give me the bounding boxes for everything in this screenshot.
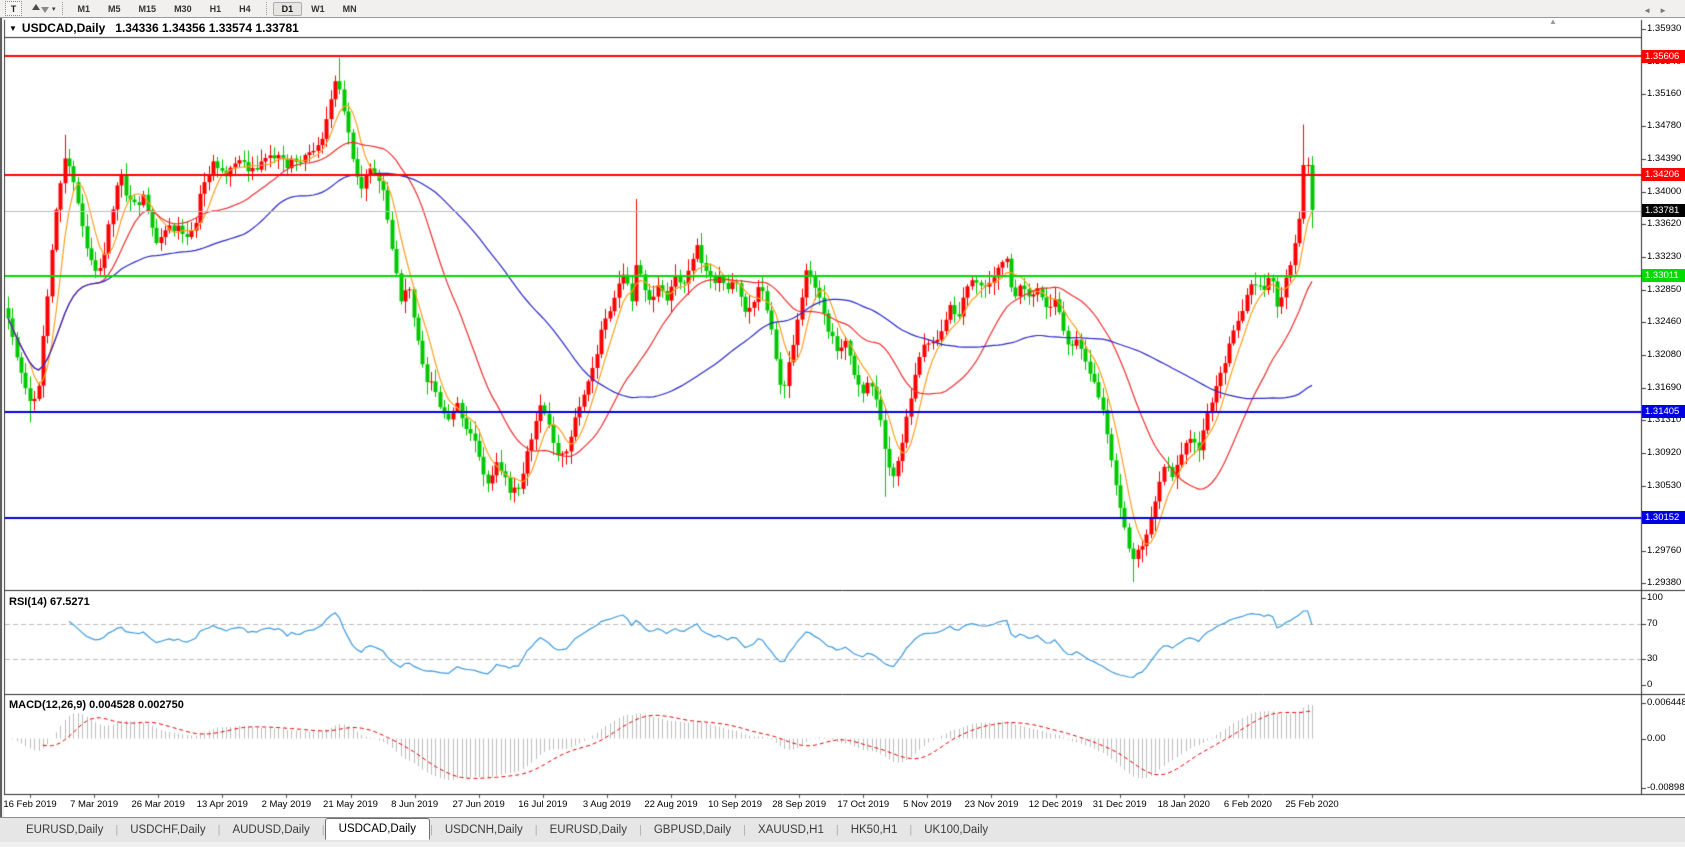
rsi-axis-tick: 100 (1647, 591, 1663, 603)
date-axis-label: 27 Jun 2019 (452, 799, 505, 810)
date-axis-label: 13 Apr 2019 (196, 799, 248, 810)
symbol-tab-audusd-daily[interactable]: AUDUSD,Daily (220, 820, 321, 840)
timeframe-button-mn[interactable]: MN (334, 2, 366, 16)
price-axis-tick: 1.32080 (1647, 348, 1682, 360)
mt4-terminal: { "toolbar": { "text_tool_label": "T", "… (0, 0, 1685, 847)
date-axis-label: 10 Sep 2019 (708, 799, 763, 810)
price-axis-tick: 1.34780 (1647, 120, 1682, 132)
timeframe-button-m5[interactable]: M5 (99, 2, 130, 16)
toolbar-separator (265, 1, 267, 15)
date-axis-label: 22 Aug 2019 (644, 799, 698, 810)
level-price-tag[interactable]: 1.30152 (1642, 511, 1685, 525)
tab-scroll-left-icon[interactable]: ◄ (1643, 6, 1659, 15)
chart-collapse-icon[interactable]: ▼ (9, 24, 17, 33)
level-price-tag[interactable]: 1.35606 (1642, 49, 1685, 63)
rsi-axis-tick: 0 (1647, 679, 1653, 691)
chart-symbol-label: USDCAD,Daily (21, 21, 106, 35)
date-axis-label: 25 Feb 2020 (1285, 799, 1339, 810)
price-axis-tick: 1.29380 (1647, 576, 1682, 588)
current-price-tag[interactable]: 1.33781 (1642, 204, 1685, 218)
tab-bar-bottom-strip (0, 842, 1685, 847)
symbol-tab-usdcnh-daily[interactable]: USDCNH,Daily (433, 820, 535, 840)
symbol-tab-uk100-daily[interactable]: UK100,Daily (912, 820, 1000, 840)
chart-shift-marker-icon: ▲ (1549, 17, 1557, 26)
arrange-arrows-button[interactable] (31, 2, 49, 15)
date-axis-label: 8 Jun 2019 (391, 799, 439, 810)
price-axis-tick: 1.32460 (1647, 316, 1682, 328)
rsi-axis-tick: 30 (1647, 653, 1658, 664)
timeframe-button-m15[interactable]: M15 (130, 2, 166, 16)
date-axis-label: 6 Feb 2020 (1223, 799, 1272, 810)
window-frame-left-light (2, 17, 4, 847)
date-axis-label: 21 May 2019 (323, 799, 378, 810)
price-axis-tick: 1.30530 (1647, 479, 1682, 491)
symbol-tab-hk50-h1[interactable]: HK50,H1 (839, 820, 910, 840)
timeframe-button-h4[interactable]: H4 (230, 2, 260, 16)
timeframe-button-m30[interactable]: M30 (165, 2, 201, 16)
chart-canvas[interactable] (0, 0, 1685, 847)
date-axis-label: 16 Jul 2019 (518, 799, 568, 810)
date-axis-label: 17 Oct 2019 (837, 799, 890, 810)
price-axis-tick: 1.34390 (1647, 153, 1682, 165)
date-axis-label: 3 Aug 2019 (582, 799, 631, 810)
date-axis-label: 18 Jan 2020 (1157, 799, 1210, 810)
date-axis-label: 31 Dec 2019 (1092, 799, 1147, 810)
arrow-down-icon (40, 7, 49, 13)
level-price-tag[interactable]: 1.33011 (1642, 269, 1685, 283)
date-axis-label: 23 Nov 2019 (964, 799, 1019, 810)
macd-axis-tick: -0.008982 (1647, 781, 1685, 793)
timeframe-button-w1[interactable]: W1 (302, 2, 334, 16)
chart-title: ▼ USDCAD,Daily 1.34336 1.34356 1.33574 1.3… (9, 21, 299, 35)
timeframe-button-m1[interactable]: M1 (69, 2, 100, 16)
date-axis-label: 12 Dec 2019 (1028, 799, 1083, 810)
level-price-tag[interactable]: 1.31405 (1642, 405, 1685, 419)
text-tool-icon: T (10, 3, 17, 14)
date-axis-label: 7 Mar 2019 (70, 799, 119, 810)
price-axis-tick: 1.32850 (1647, 283, 1682, 295)
macd-axis-tick: 0.006448 (1647, 697, 1685, 708)
toolbar-separator (61, 2, 63, 15)
rsi-axis-tick: 70 (1647, 618, 1658, 629)
chart-ohlc-values: 1.34336 1.34356 1.33574 1.33781 (115, 21, 299, 35)
price-axis-tick: 1.30920 (1647, 446, 1682, 458)
symbol-tab-gbpusd-daily[interactable]: GBPUSD,Daily (642, 820, 743, 840)
rsi-indicator-label: RSI(14) 67.5271 (9, 596, 90, 608)
price-axis-tick: 1.29760 (1647, 544, 1682, 556)
price-axis-tick: 1.33620 (1647, 218, 1682, 230)
date-axis-label: 16 Feb 2019 (3, 799, 57, 810)
date-axis-label: 26 Mar 2019 (131, 799, 185, 810)
price-axis-tick: 1.35930 (1647, 23, 1682, 34)
timeframe-button-d1[interactable]: D1 (272, 1, 303, 16)
chevron-down-icon[interactable]: ▾ (52, 5, 56, 13)
timeframe-group: M1 M5 M15 M30 H1 H4 D1 W1 MN (69, 1, 366, 16)
price-axis-tick: 1.33230 (1647, 251, 1682, 263)
arrow-up-icon (31, 4, 40, 10)
symbol-tab-eurusd-daily[interactable]: EURUSD,Daily (14, 820, 115, 840)
symbol-tab-usdchf-daily[interactable]: USDCHF,Daily (118, 820, 217, 840)
price-axis-tick: 1.35160 (1647, 88, 1682, 100)
tab-scroll-buttons: ◄► (1643, 6, 1675, 15)
price-axis-tick: 1.31690 (1647, 381, 1682, 393)
tab-scroll-right-icon[interactable]: ► (1659, 6, 1675, 15)
macd-indicator-label: MACD(12,26,9) 0.004528 0.002750 (9, 699, 184, 711)
text-tool-button[interactable]: T (5, 1, 22, 16)
symbol-tab-usdcad-daily[interactable]: USDCAD,Daily (324, 818, 430, 840)
date-axis-label: 2 May 2019 (261, 799, 312, 810)
level-price-tag[interactable]: 1.34206 (1642, 168, 1685, 182)
symbol-tab-xauusd-h1[interactable]: XAUUSD,H1 (746, 820, 836, 840)
price-axis-tick: 1.34000 (1647, 186, 1682, 198)
toolbar: T ▾ M1 M5 M15 M30 H1 H4 D1 W1 MN (0, 0, 1685, 18)
macd-axis-tick: 0.00 (1647, 732, 1666, 744)
timeframe-button-h1[interactable]: H1 (201, 2, 231, 16)
symbol-tab-bar: EURUSD,Daily | USDCHF,Daily | AUDUSD,Daily | U… (0, 817, 1685, 842)
date-axis-label: 5 Nov 2019 (903, 799, 952, 810)
symbol-tab-eurusd-daily[interactable]: EURUSD,Daily (538, 820, 639, 840)
date-axis-label: 28 Sep 2019 (772, 799, 827, 810)
